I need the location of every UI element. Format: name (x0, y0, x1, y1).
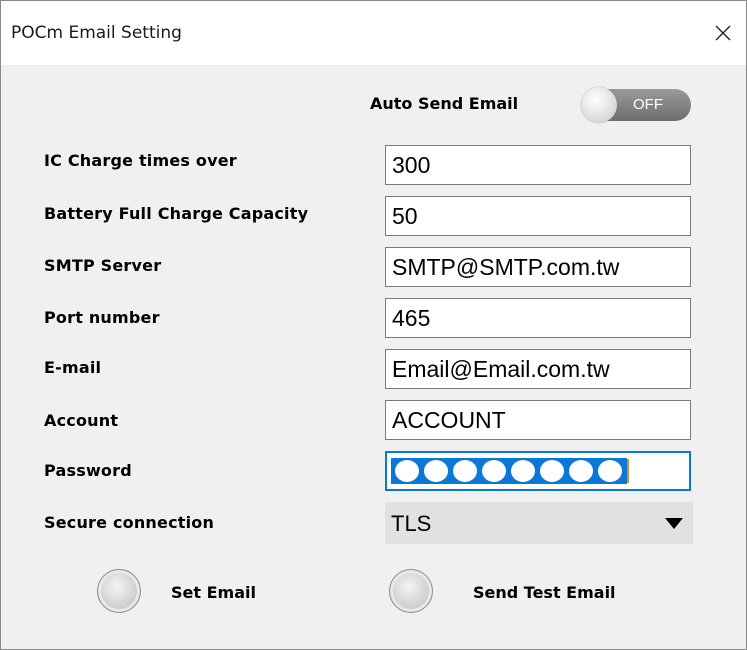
ic-charge-label: IC Charge times over (44, 151, 237, 170)
password-mask-dot (424, 460, 448, 482)
password-mask-dot (453, 460, 477, 482)
secure-connection-label: Secure connection (44, 513, 215, 532)
battery-capacity-label: Battery Full Charge Capacity (44, 204, 309, 223)
password-mask-dot (482, 460, 506, 482)
email-input[interactable]: Email@Email.com.tw (385, 349, 691, 389)
password-label: Password (44, 461, 132, 480)
port-number-input[interactable]: 465 (385, 298, 691, 338)
send-test-email-label[interactable]: Send Test Email (473, 583, 616, 602)
window-title: POCm Email Setting (11, 23, 182, 43)
secure-connection-value: TLS (391, 511, 432, 536)
auto-send-email-toggle[interactable]: OFF (581, 87, 693, 123)
toggle-state-text: OFF (633, 96, 663, 113)
text-caret (627, 459, 629, 483)
set-email-button[interactable] (97, 569, 141, 613)
password-mask-dot (540, 460, 564, 482)
email-setting-window: POCm Email Setting Auto Send Email OFF I… (0, 0, 747, 650)
account-label: Account (44, 411, 119, 430)
password-mask-dot (511, 460, 535, 482)
password-mask-dot (395, 460, 419, 482)
send-test-email-button[interactable] (389, 569, 433, 613)
email-label: E-mail (44, 358, 102, 377)
ic-charge-input[interactable]: 300 (385, 145, 691, 185)
toggle-knob (581, 87, 617, 123)
password-mask (391, 458, 629, 484)
account-input[interactable]: ACCOUNT (385, 400, 691, 440)
password-mask-dot (569, 460, 593, 482)
auto-send-email-label: Auto Send Email (370, 94, 519, 113)
close-button[interactable] (700, 1, 746, 65)
port-number-label: Port number (44, 308, 160, 327)
battery-capacity-input[interactable]: 50 (385, 196, 691, 236)
close-icon (715, 25, 731, 41)
smtp-server-label: SMTP Server (44, 256, 162, 275)
password-mask-dot (598, 460, 622, 482)
secure-connection-select[interactable]: TLS (385, 502, 693, 544)
password-input[interactable] (385, 451, 691, 491)
smtp-server-input[interactable]: SMTP@SMTP.com.tw (385, 247, 691, 287)
set-email-label[interactable]: Set Email (171, 583, 256, 602)
title-bar: POCm Email Setting (1, 1, 746, 65)
chevron-down-icon (665, 518, 683, 529)
